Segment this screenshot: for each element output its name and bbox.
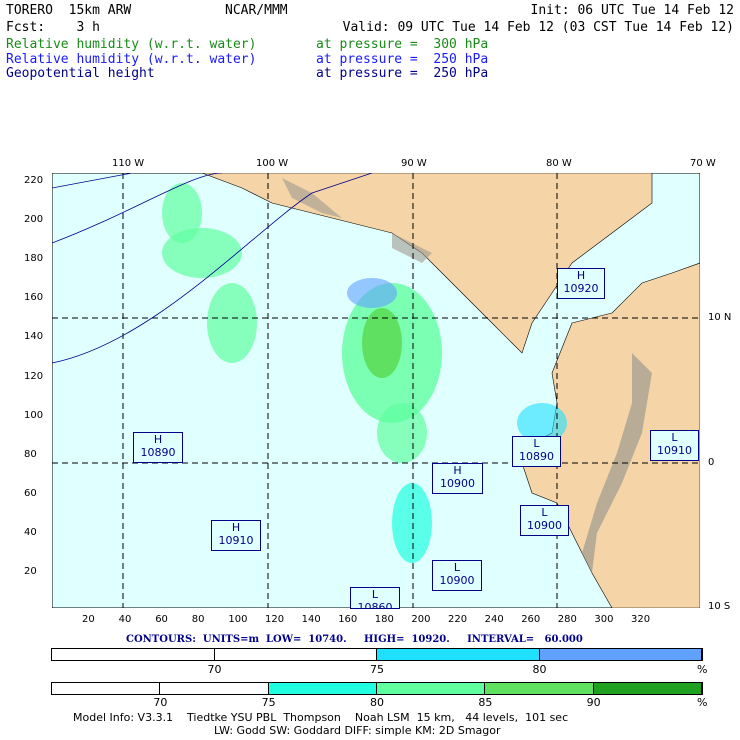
legend-swatch <box>376 683 486 694</box>
field-1-name: Relative humidity (w.r.t. water) <box>6 37 257 52</box>
legend-tick: 75 <box>261 696 276 709</box>
y-tick-label: 200 <box>24 214 44 226</box>
y-tick-label: 120 <box>24 370 44 382</box>
weather-map <box>52 173 700 608</box>
field-2-name: Relative humidity (w.r.t. water) <box>6 52 257 67</box>
legend-swatch <box>268 683 377 694</box>
lon-label: 100 W <box>256 158 289 169</box>
x-tick-label: 20 <box>82 614 95 625</box>
y-tick-label: 60 <box>24 487 37 499</box>
x-tick-label: 40 <box>118 614 132 625</box>
valid-time: Valid: 09 UTC Tue 14 Feb 12 (03 CST Tue … <box>342 20 734 35</box>
x-tick-label: 300 <box>594 614 614 625</box>
legend-rh-300 <box>51 682 703 695</box>
lon-label: 70 W <box>690 158 716 169</box>
y-tick-label: 40 <box>24 526 37 538</box>
x-tick-label: 80 <box>191 614 205 625</box>
legend-tick: 70 <box>153 696 168 709</box>
pressure-center-high: H 10900 <box>432 463 483 494</box>
x-tick-label: 120 <box>265 614 285 625</box>
model-title: TORERO 15km ARW <box>6 3 132 18</box>
y-tick-label: 160 <box>24 292 44 304</box>
forecast-hour: Fcst: 3 h <box>6 20 100 35</box>
pressure-center-high: H 10890 <box>133 432 183 463</box>
init-time: Init: 06 UTC Tue 14 Feb 12 <box>530 3 735 18</box>
pressure-center-low: L 10910 <box>650 430 699 461</box>
field-2-level: at pressure = 250 hPa <box>316 52 489 67</box>
y-tick-label: 100 <box>24 409 44 421</box>
contour-info: CONTOURS: UNITS=m LOW= 10740. HIGH= 1092… <box>126 634 583 645</box>
legend-unit: % <box>697 696 708 709</box>
x-tick-label: 60 <box>155 614 168 625</box>
x-tick-label: 320 <box>631 614 651 625</box>
model-info: Model Info: V3.3.1 Tiedtke YSU PBL Thomp… <box>73 711 569 724</box>
legend-swatch <box>485 683 594 694</box>
legend-tick: 75 <box>370 663 384 676</box>
y-tick-label: 220 <box>24 175 44 186</box>
field-1-level: at pressure = 300 hPa <box>316 37 489 52</box>
x-tick-label: 140 <box>301 614 321 625</box>
pressure-center-low: L 10860 <box>350 587 400 609</box>
legend-tick: 80 <box>370 696 384 709</box>
x-tick-label: 280 <box>557 614 577 625</box>
pressure-center-low: L 10890 <box>512 436 561 467</box>
legend-rh-250 <box>51 648 703 661</box>
pressure-center-low: L 10900 <box>432 560 482 591</box>
legend-tick: 70 <box>207 663 222 676</box>
legend-tick: 85 <box>478 696 493 709</box>
y-tick-label: 80 <box>24 448 37 460</box>
field-3-level: at pressure = 250 hPa <box>316 66 489 81</box>
pressure-center-high: H 10910 <box>211 520 261 551</box>
x-tick-label: 180 <box>374 614 394 625</box>
model-physics: LW: Godd SW: Goddard DIFF: simple KM: 2D… <box>214 724 501 737</box>
x-tick-label: 220 <box>448 614 468 625</box>
x-tick-label: 240 <box>484 614 504 625</box>
legend-swatch <box>214 649 377 660</box>
x-tick-label: 260 <box>521 614 541 625</box>
lon-label: 110 W <box>112 158 145 169</box>
lat-label: 10 S <box>708 601 731 612</box>
lon-label: 80 W <box>546 158 572 169</box>
pressure-center-low: L 10900 <box>520 505 569 536</box>
lon-label: 90 W <box>401 158 427 169</box>
pressure-center-high: H 10920 <box>557 268 605 299</box>
legend-swatch <box>52 649 215 660</box>
legend-swatch <box>377 649 540 660</box>
lat-label: 0 <box>708 457 715 468</box>
y-tick-label: 20 <box>24 566 37 577</box>
legend-unit: % <box>697 663 708 676</box>
legend-tick: 90 <box>586 696 601 709</box>
x-tick-label: 200 <box>411 614 431 625</box>
y-tick-label: 140 <box>24 331 44 343</box>
legend-swatch <box>160 683 269 694</box>
org-label: NCAR/MMM <box>225 3 288 18</box>
lat-label: 10 N <box>708 312 732 323</box>
legend-swatch <box>539 649 702 660</box>
x-tick-label: 100 <box>228 614 248 625</box>
legend-swatch <box>52 683 161 694</box>
legend-tick: 80 <box>532 663 547 676</box>
y-tick-label: 180 <box>24 253 44 265</box>
x-tick-label: 160 <box>338 614 358 625</box>
field-3-name: Geopotential height <box>6 66 155 81</box>
legend-swatch <box>593 683 702 694</box>
